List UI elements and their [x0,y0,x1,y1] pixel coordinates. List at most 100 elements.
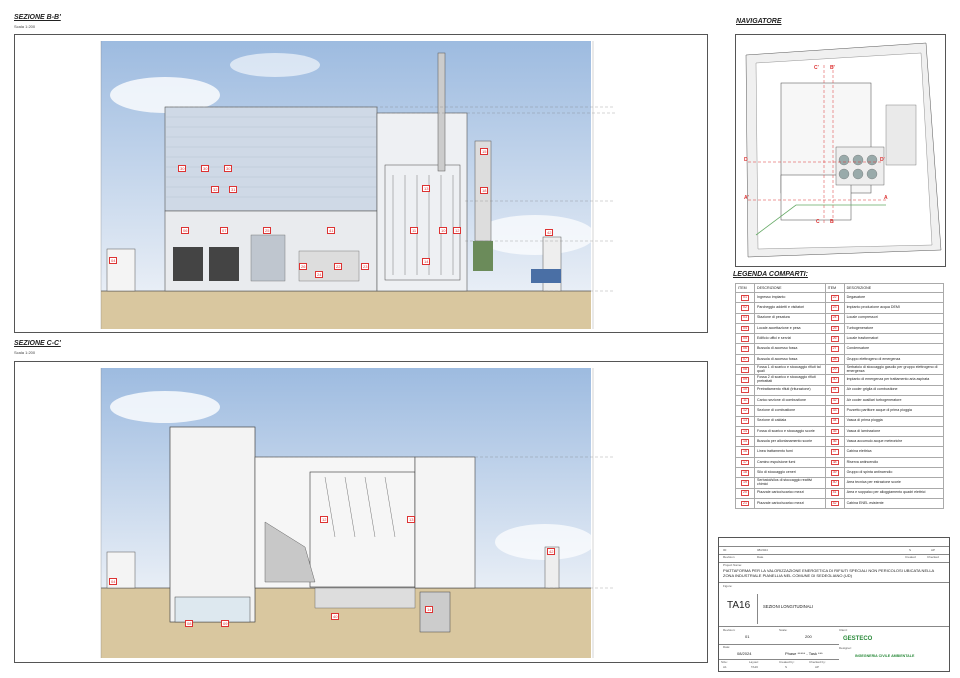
legend-item-description: Riserva antincendio [843,456,945,469]
revision-value: 01 [745,634,750,639]
legend-item-number: 22 [824,291,845,304]
legend-item-number: 33 [824,405,845,417]
legend-title: LEGENDA COMPARTI: [733,271,808,278]
legend-row: 15 Bussola per allontanamento scorie 36 Vas… [735,436,945,448]
legend-item-number: 37 [824,446,845,458]
date-label: Date: [723,645,731,649]
created-label: Created by: [779,660,795,664]
navigator-label: C [816,219,820,225]
tag: 24 [315,271,324,278]
size-label: Size: [721,660,728,664]
legend-item-number: 25 [824,322,845,335]
legend-item-description: Locale trasformatori [843,333,945,345]
size-value: A1 [723,665,727,669]
legend-item-number: 12 [735,405,755,417]
legend-item-description: Bussola per allontanamento scorie [754,436,826,448]
tag: 42 [545,229,554,236]
legend-item-number: 03 [735,312,755,324]
project-name: PIATTAFORMA PER LA VALORIZZAZIONE ENERGE… [723,568,935,578]
scale-label: Scale: [779,628,788,632]
legend-item-description: Vasca di laminazione [843,425,945,438]
scale-value: 200 [805,634,812,639]
legend-row: 02 Parcheggio addetti e visitatori 23 Impia… [735,302,945,314]
legend-row: 16 Linea trattamento fumi 37 Cabina elettri… [735,446,945,458]
tag: 11 [410,227,419,234]
legend-row: 04 Locale accettazione e pesa 25 Turbogener… [735,322,945,335]
legend-item-number: 31 [824,384,845,396]
tag: 13 [422,185,431,192]
tag: 04 [109,257,118,264]
legend-item-description: Gruppo elettrogeno di emergenza [843,353,945,366]
legend-item-description: Serbatoio di stoccaggio gasolio per grup… [843,364,945,376]
legend-row: 06 Bussola di accesso fossa 27 Condensatore [735,343,945,355]
figure-title: SEZIONI LONGITUDINALI [763,604,814,609]
title-block: 00 08/2024 S AP Revision Date Created Ch… [718,537,950,672]
legend-item-number: 11 [735,394,755,407]
legend-item-number: 15 [735,436,755,448]
legend-row: 05 Edificio uffici e servizi 26 Locale tras… [735,333,945,345]
tag: 40 [331,613,340,620]
legend-item-description: Linea trattamento fumi [754,446,826,458]
rev-number: 00 [723,548,727,552]
rev-created: S [909,548,912,552]
navigator-label: D [744,157,748,163]
rev-header-created: Created [905,555,916,559]
section-cc-scale: Scala 1:200 [14,350,36,355]
legend-item-number: 40 [824,477,845,489]
figure-code: TA16 [727,600,751,611]
legend-item-number: 02 [735,302,755,314]
rev-date: 08/2024 [757,548,768,552]
rev-header-date: Date [757,555,764,559]
legend-item-description: Bussola di accesso fossa [754,343,826,355]
tag: 04 [109,578,118,585]
tag: 32 [211,186,220,193]
section-bb-drawing [100,41,615,329]
legend-item-description: Carico sezione di combustione [754,394,826,407]
tag: 30 [178,165,187,172]
legend-item-number: 19 [735,477,755,489]
checked-value: AP [815,665,820,669]
navigator-label: B' [830,65,835,71]
designer-label: Designer: [839,646,852,650]
legend-item-number: 05 [735,333,755,345]
navigator-title: NAVIGATORE [736,18,782,25]
tag: 31 [229,186,238,193]
tag: 12 [320,516,329,523]
tag: 13 [407,516,416,523]
legend-item-number: 17 [735,456,755,469]
legend-item-description: Edificio uffici e servizi [754,333,826,345]
legend-header-item: ITEM [824,283,845,293]
rev-header-revision: Revision [723,555,735,559]
tag: 14 [422,258,431,265]
legend-item-number: 26 [824,333,845,345]
legend-item-number: 21 [735,497,755,510]
tag: 25 [263,227,272,234]
legend-item-description: Fossa 1 di scarico e stoccaggio rifiuti … [754,364,826,376]
legend-item-description: Area tecnica per estrazione scorie [843,477,945,489]
legend-item-description: Condensatore [843,343,945,355]
legend-row: 07 Bussola di accesso fossa 28 Gruppo elett… [735,353,945,366]
legend-item-number: 16 [735,446,755,458]
legend-item-description: Impianto di emergenza per trattamento ar… [843,374,945,386]
legend-row: 14 Fossa di scarico e stoccaggio scorie 35… [735,425,945,438]
legend-item-description: Camino espulsione fumi [754,456,826,469]
navigator-label: C' [814,65,819,71]
legend-item-description: Vasca accumulo acque meteoriche [843,436,945,448]
legend-item-number: 35 [824,425,845,438]
legend-item-number: 09 [735,374,755,386]
legend-row: 10 Pretrattamento rifiuti (triturazione) 3… [735,384,945,396]
legend-item-description: Stazione di pesatura [754,312,826,324]
legend-row: 08 Fossa 1 di scarico e stoccaggio rifiut… [735,364,945,376]
tag: 15 [480,148,489,155]
project-label: Project Name: [723,563,743,567]
legend-item-description: Turbogeneratore [843,322,945,335]
legend-item-description: Pozzetto partitore acque di prima pioggi… [843,405,945,417]
legend-item-number: 08 [735,364,755,376]
legend-item-number: 41 [824,487,845,499]
legend-row: 13 Sezione di caldaia 34 Vasca di prima pio… [735,415,945,427]
legend-row: 09 Fossa 2 di scarico e stoccaggio rifiut… [735,374,945,386]
tag: 30 [201,165,210,172]
legend-item-number: 14 [735,425,755,438]
legend-item-description: Cabina elettrica [843,446,945,458]
legend-item-number: 13 [735,415,755,427]
